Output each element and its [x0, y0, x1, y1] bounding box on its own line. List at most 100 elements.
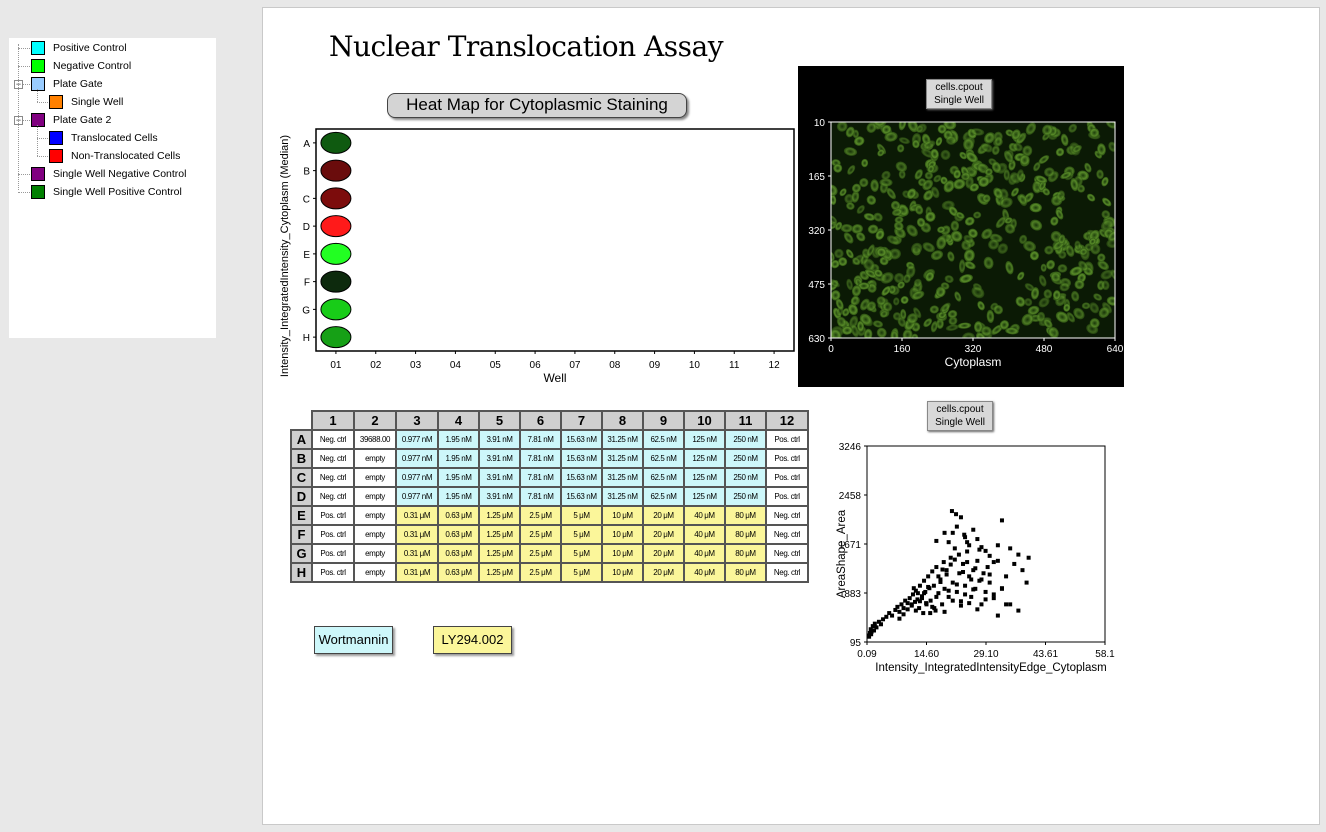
- plate-well-cell[interactable]: 40 μM: [683, 505, 726, 526]
- plate-well-cell[interactable]: Neg. ctrl: [765, 543, 809, 564]
- plate-well-cell[interactable]: 7.81 nM: [519, 448, 562, 469]
- plate-well-cell[interactable]: empty: [353, 448, 397, 469]
- tree-node-translocated-cells[interactable]: Translocated Cells: [49, 129, 158, 147]
- plate-well-cell[interactable]: 39688.00: [353, 429, 397, 450]
- plate-well-cell[interactable]: 31.25 nM: [601, 486, 644, 507]
- heatmap-cell-C01[interactable]: [320, 187, 352, 210]
- plate-well-cell[interactable]: 10 μM: [601, 543, 644, 564]
- tree-node-single-well[interactable]: Single Well: [49, 93, 123, 111]
- plate-well-cell[interactable]: empty: [353, 562, 397, 583]
- heatmap-cell-F01[interactable]: [320, 270, 352, 293]
- tree-node-single-well-negative-control[interactable]: Single Well Negative Control: [31, 165, 186, 183]
- plate-well-cell[interactable]: 0.31 μM: [395, 562, 439, 583]
- heatmap-cell-E01[interactable]: [320, 242, 352, 265]
- plate-well-cell[interactable]: 31.25 nM: [601, 429, 644, 450]
- plate-well-cell[interactable]: 250 nM: [724, 467, 767, 488]
- plate-well-cell[interactable]: Neg. ctrl: [311, 467, 355, 488]
- plate-well-cell[interactable]: 125 nM: [683, 429, 726, 450]
- plate-well-cell[interactable]: 1.25 μM: [478, 562, 521, 583]
- plate-well-cell[interactable]: 3.91 nM: [478, 448, 521, 469]
- plate-well-cell[interactable]: 7.81 nM: [519, 467, 562, 488]
- plate-well-cell[interactable]: 250 nM: [724, 448, 767, 469]
- plate-well-cell[interactable]: Neg. ctrl: [311, 486, 355, 507]
- plate-well-cell[interactable]: 1.95 nM: [437, 467, 480, 488]
- plate-well-cell[interactable]: 1.25 μM: [478, 543, 521, 564]
- plate-well-cell[interactable]: 125 nM: [683, 448, 726, 469]
- plate-well-cell[interactable]: Pos. ctrl: [311, 524, 355, 545]
- plate-well-cell[interactable]: 2.5 μM: [519, 543, 562, 564]
- plate-well-cell[interactable]: 10 μM: [601, 562, 644, 583]
- plate-well-cell[interactable]: 3.91 nM: [478, 429, 521, 450]
- plate-well-cell[interactable]: 3.91 nM: [478, 467, 521, 488]
- heatmap-cell-H01[interactable]: [320, 326, 352, 349]
- plate-well-cell[interactable]: 5 μM: [560, 562, 603, 583]
- scatter-source-tag[interactable]: cells.cpout Single Well: [927, 401, 993, 431]
- plate-well-cell[interactable]: 125 nM: [683, 486, 726, 507]
- plate-well-cell[interactable]: 62.5 nM: [642, 429, 685, 450]
- plate-well-cell[interactable]: 15.63 nM: [560, 486, 603, 507]
- plate-well-cell[interactable]: 20 μM: [642, 543, 685, 564]
- plate-well-cell[interactable]: 15.63 nM: [560, 467, 603, 488]
- plate-well-cell[interactable]: 5 μM: [560, 543, 603, 564]
- plate-well-cell[interactable]: empty: [353, 543, 397, 564]
- plate-well-cell[interactable]: empty: [353, 505, 397, 526]
- plate-well-cell[interactable]: 3.91 nM: [478, 486, 521, 507]
- plate-well-cell[interactable]: 0.63 μM: [437, 543, 480, 564]
- plate-well-cell[interactable]: Pos. ctrl: [765, 429, 809, 450]
- heatmap-cell-B01[interactable]: [320, 159, 352, 182]
- tree-node-single-well-positive-control[interactable]: Single Well Positive Control: [31, 183, 182, 201]
- plate-well-cell[interactable]: 1.95 nM: [437, 448, 480, 469]
- plate-well-cell[interactable]: 2.5 μM: [519, 524, 562, 545]
- plate-well-cell[interactable]: 10 μM: [601, 505, 644, 526]
- plate-well-cell[interactable]: 5 μM: [560, 505, 603, 526]
- plate-well-cell[interactable]: 5 μM: [560, 524, 603, 545]
- plate-well-cell[interactable]: 20 μM: [642, 524, 685, 545]
- plate-well-cell[interactable]: 0.977 nM: [395, 448, 439, 469]
- tree-node-positive-control[interactable]: Positive Control: [31, 39, 127, 57]
- plate-well-cell[interactable]: 62.5 nM: [642, 486, 685, 507]
- plate-well-cell[interactable]: 40 μM: [683, 562, 726, 583]
- tree-node-negative-control[interactable]: Negative Control: [31, 57, 131, 75]
- plate-well-cell[interactable]: empty: [353, 467, 397, 488]
- plate-well-cell[interactable]: 80 μM: [724, 543, 767, 564]
- plate-well-cell[interactable]: 80 μM: [724, 524, 767, 545]
- plate-well-cell[interactable]: 1.25 μM: [478, 505, 521, 526]
- plate-well-cell[interactable]: 80 μM: [724, 562, 767, 583]
- plate-well-cell[interactable]: empty: [353, 524, 397, 545]
- plate-well-cell[interactable]: 0.977 nM: [395, 486, 439, 507]
- heatmap-cell-A01[interactable]: [320, 131, 352, 154]
- plate-well-cell[interactable]: 20 μM: [642, 562, 685, 583]
- plate-well-cell[interactable]: 1.25 μM: [478, 524, 521, 545]
- plate-well-cell[interactable]: 0.31 μM: [395, 543, 439, 564]
- plate-well-cell[interactable]: 40 μM: [683, 524, 726, 545]
- plate-well-cell[interactable]: Neg. ctrl: [311, 429, 355, 450]
- plate-well-cell[interactable]: 31.25 nM: [601, 448, 644, 469]
- plate-well-cell[interactable]: 125 nM: [683, 467, 726, 488]
- plate-well-cell[interactable]: 1.95 nM: [437, 486, 480, 507]
- plate-well-cell[interactable]: 7.81 nM: [519, 486, 562, 507]
- plate-well-cell[interactable]: Pos. ctrl: [311, 505, 355, 526]
- plate-well-cell[interactable]: 0.63 μM: [437, 505, 480, 526]
- plate-well-cell[interactable]: Pos. ctrl: [765, 448, 809, 469]
- tree-node-plate-gate[interactable]: Plate Gate: [31, 75, 103, 93]
- plate-well-cell[interactable]: 62.5 nM: [642, 467, 685, 488]
- plate-well-cell[interactable]: empty: [353, 486, 397, 507]
- plate-well-cell[interactable]: 0.977 nM: [395, 467, 439, 488]
- plate-well-cell[interactable]: Neg. ctrl: [311, 448, 355, 469]
- plate-well-cell[interactable]: 0.31 μM: [395, 524, 439, 545]
- plate-well-cell[interactable]: 80 μM: [724, 505, 767, 526]
- plate-well-cell[interactable]: Neg. ctrl: [765, 562, 809, 583]
- plate-well-cell[interactable]: 31.25 nM: [601, 467, 644, 488]
- plate-well-cell[interactable]: Pos. ctrl: [765, 467, 809, 488]
- image-source-tag[interactable]: cells.cpout Single Well: [926, 79, 992, 109]
- plate-well-cell[interactable]: Pos. ctrl: [765, 486, 809, 507]
- heatmap-cell-G01[interactable]: [320, 298, 352, 321]
- plate-well-cell[interactable]: 20 μM: [642, 505, 685, 526]
- plate-well-cell[interactable]: 10 μM: [601, 524, 644, 545]
- heatmap-cell-D01[interactable]: [320, 215, 352, 238]
- plate-well-cell[interactable]: 250 nM: [724, 429, 767, 450]
- plate-well-cell[interactable]: 15.63 nM: [560, 448, 603, 469]
- plate-well-cell[interactable]: Neg. ctrl: [765, 524, 809, 545]
- plate-well-cell[interactable]: Neg. ctrl: [765, 505, 809, 526]
- plate-well-cell[interactable]: Pos. ctrl: [311, 562, 355, 583]
